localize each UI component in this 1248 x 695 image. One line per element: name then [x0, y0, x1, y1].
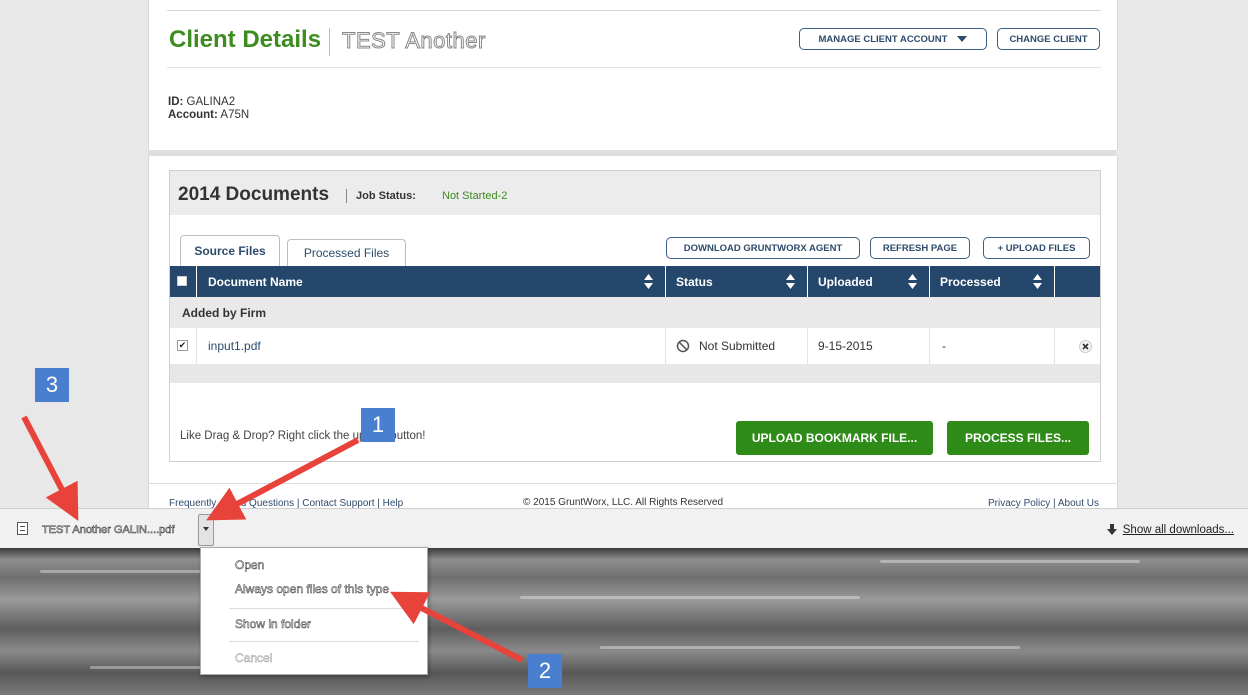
annotation-badge-2: 2 — [528, 654, 562, 688]
arrow-1 — [206, 437, 360, 521]
arrow-2 — [390, 591, 524, 663]
annotation-arrows — [21, 415, 524, 663]
annotation-badge-3: 3 — [35, 368, 69, 402]
annotation-badge-1: 1 — [361, 408, 395, 442]
arrow-3 — [21, 415, 79, 521]
